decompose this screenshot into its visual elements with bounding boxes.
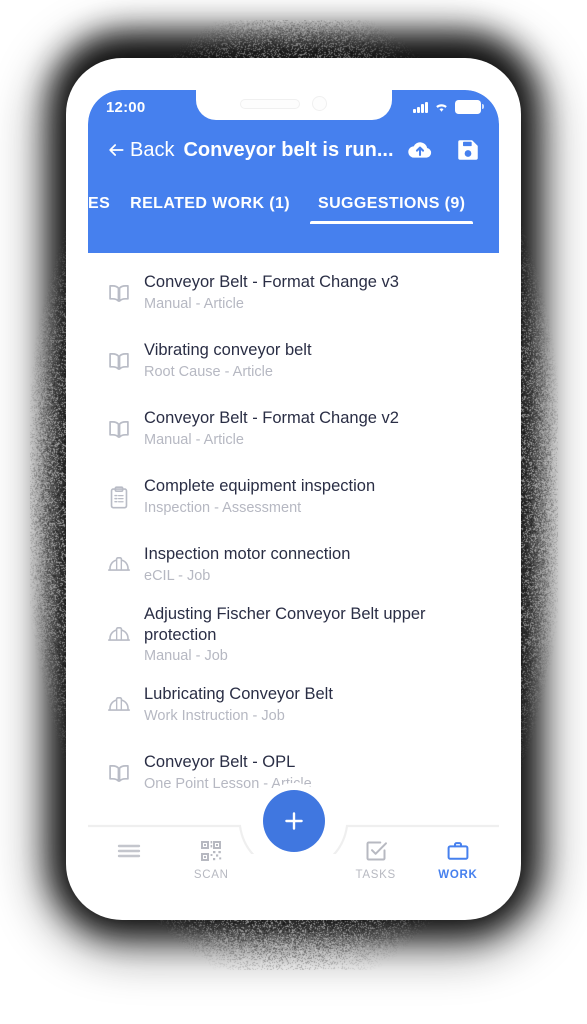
title-bar: Back Conveyor belt is run... — [88, 122, 499, 178]
book-icon — [102, 351, 136, 371]
status-time: 12:00 — [106, 100, 145, 115]
phone-device-frame: 12:00 Back Conveyor belt is run... ES RE… — [66, 58, 521, 920]
nav-menu[interactable] — [88, 838, 170, 869]
app-header: 12:00 Back Conveyor belt is run... ES RE… — [88, 90, 499, 253]
bottom-bar: SCAN TASKS WORK — [88, 806, 499, 898]
suggestion-subtitle: Root Cause - Article — [144, 364, 312, 381]
suggestion-subtitle: Inspection - Assessment — [144, 500, 375, 517]
book-icon — [102, 763, 136, 783]
screenshot-stage: 12:00 Back Conveyor belt is run... ES RE… — [0, 0, 587, 1024]
suggestion-text: Complete equipment inspection Inspection… — [144, 476, 375, 517]
tab-partial[interactable]: ES — [88, 195, 116, 224]
suggestion-text: Vibrating conveyor belt Root Cause - Art… — [144, 340, 312, 381]
page-title: Conveyor belt is run... — [183, 139, 399, 162]
cloud-upload-icon[interactable] — [407, 137, 433, 163]
suggestion-title: Adjusting Fischer Conveyor Belt upper pr… — [144, 604, 444, 645]
back-button[interactable]: Back — [106, 140, 174, 160]
nav-scan[interactable]: SCAN — [170, 838, 252, 881]
status-bar: 12:00 — [88, 90, 499, 122]
book-icon — [102, 283, 136, 303]
nav-tasks[interactable]: TASKS — [335, 838, 417, 881]
arrow-left-icon — [106, 140, 126, 160]
checkbox-check-icon — [364, 838, 388, 864]
suggestion-title: Conveyor Belt - Format Change v2 — [144, 408, 399, 429]
tab-related-work[interactable]: RELATED WORK (1) — [116, 195, 304, 224]
suggestion-title: Inspection motor connection — [144, 544, 350, 565]
book-icon — [102, 419, 136, 439]
clipboard-checklist-icon — [102, 486, 136, 509]
battery-icon — [455, 100, 481, 114]
suggestion-text: Adjusting Fischer Conveyor Belt upper pr… — [144, 604, 444, 666]
nav-scan-label: SCAN — [194, 869, 229, 881]
suggestion-text: Inspection motor connection eCIL - Job — [144, 544, 350, 585]
cellular-signal-icon — [413, 102, 428, 113]
suggestions-list[interactable]: Conveyor Belt - Format Change v3 Manual … — [88, 253, 499, 799]
suggestion-text: Conveyor Belt - OPL One Point Lesson - A… — [144, 752, 312, 793]
save-floppy-icon[interactable] — [455, 137, 481, 163]
add-button[interactable] — [263, 790, 325, 852]
suggestion-item[interactable]: Vibrating conveyor belt Root Cause - Art… — [88, 327, 499, 395]
suggestion-subtitle: Manual - Job — [144, 648, 444, 665]
hard-hat-icon — [102, 696, 136, 714]
suggestion-title: Vibrating conveyor belt — [144, 340, 312, 361]
suggestion-text: Lubricating Conveyor Belt Work Instructi… — [144, 684, 333, 725]
nav-tasks-label: TASKS — [356, 869, 396, 881]
suggestion-title: Lubricating Conveyor Belt — [144, 684, 333, 705]
suggestion-text: Conveyor Belt - Format Change v3 Manual … — [144, 272, 399, 313]
hard-hat-icon — [102, 626, 136, 644]
tab-suggestions[interactable]: SUGGESTIONS (9) — [304, 195, 479, 224]
wifi-icon — [434, 101, 449, 113]
suggestion-item[interactable]: Conveyor Belt - Format Change v3 Manual … — [88, 259, 499, 327]
suggestion-title: Complete equipment inspection — [144, 476, 375, 497]
status-icons — [413, 100, 481, 114]
header-tabs[interactable]: ES RELATED WORK (1) SUGGESTIONS (9) — [88, 178, 499, 224]
qr-code-icon — [199, 838, 223, 864]
suggestion-item[interactable]: Lubricating Conveyor Belt Work Instructi… — [88, 671, 499, 739]
suggestion-subtitle: Manual - Article — [144, 432, 399, 449]
header-actions — [407, 137, 481, 163]
suggestion-item[interactable]: Adjusting Fischer Conveyor Belt upper pr… — [88, 599, 499, 671]
suggestion-item[interactable]: Inspection motor connection eCIL - Job — [88, 531, 499, 599]
suggestion-text: Conveyor Belt - Format Change v2 Manual … — [144, 408, 399, 449]
suggestion-subtitle: Work Instruction - Job — [144, 708, 333, 725]
nav-work[interactable]: WORK — [417, 838, 499, 881]
plus-icon — [281, 808, 307, 834]
phone-screen: 12:00 Back Conveyor belt is run... ES RE… — [88, 90, 499, 898]
suggestion-subtitle: Manual - Article — [144, 296, 399, 313]
suggestion-item[interactable]: Conveyor Belt - Format Change v2 Manual … — [88, 395, 499, 463]
nav-work-label: WORK — [438, 869, 477, 881]
suggestion-subtitle: eCIL - Job — [144, 568, 350, 585]
suggestion-item[interactable]: Complete equipment inspection Inspection… — [88, 463, 499, 531]
suggestion-title: Conveyor Belt - OPL — [144, 752, 312, 773]
suggestion-title: Conveyor Belt - Format Change v3 — [144, 272, 399, 293]
back-button-label: Back — [130, 140, 174, 160]
briefcase-icon — [446, 838, 470, 864]
hamburger-menu-icon — [117, 838, 141, 864]
hard-hat-icon — [102, 556, 136, 574]
